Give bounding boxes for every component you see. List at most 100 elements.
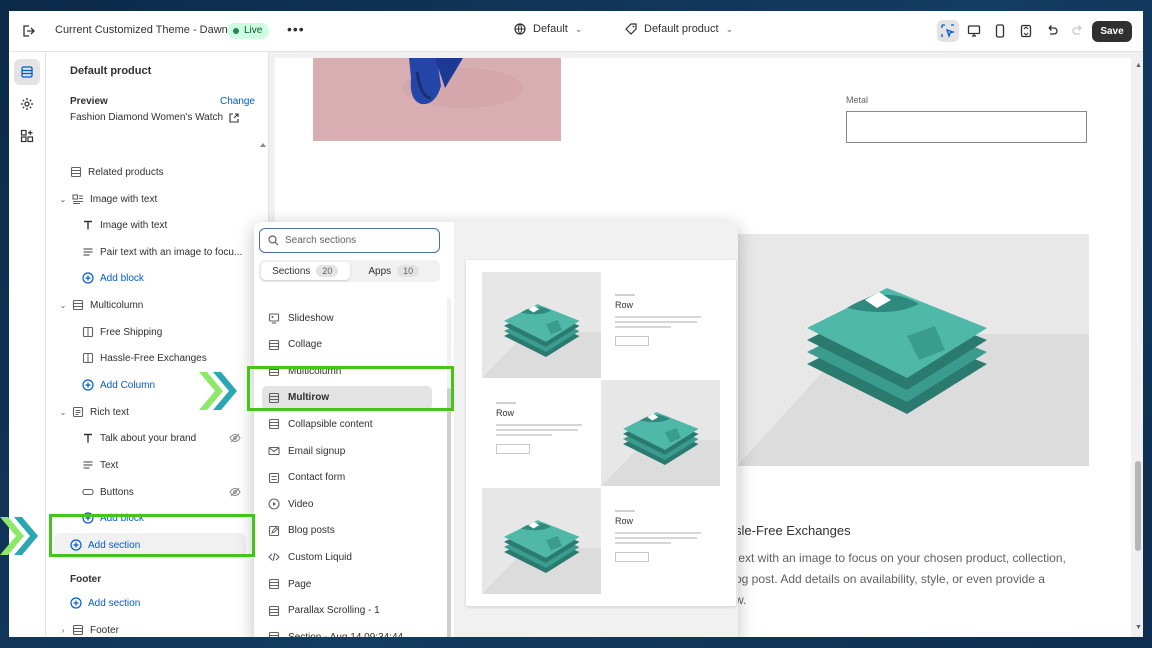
text-icon [84, 433, 92, 443]
multirow-preview-card: Row Row Row [466, 260, 736, 606]
tree-item-image-with-text[interactable]: Image with text [46, 213, 268, 237]
desktop-view-button[interactable] [963, 20, 985, 42]
paragraph-icon [83, 248, 93, 256]
tree-item-hassle-free-exchanges[interactable]: Hassle-Free Exchanges [46, 346, 268, 370]
scroll-up-icon[interactable] [260, 142, 266, 148]
undo-button[interactable] [1041, 20, 1063, 42]
scroll-down-icon[interactable]: ▼ [1135, 624, 1142, 631]
section-option-blog-posts[interactable]: Blog posts [262, 519, 432, 543]
mobile-icon [995, 24, 1005, 38]
preview-product-name: Fashion Diamond Women's Watch [70, 112, 224, 123]
row-text: Row [601, 488, 720, 594]
sections-rail-button[interactable] [14, 59, 40, 85]
chevron-down-icon[interactable]: ⌄ [58, 408, 68, 417]
inspector-icon [941, 24, 955, 38]
change-preview-link[interactable]: Change [220, 96, 255, 107]
section-icon [72, 299, 84, 311]
section-option-contact-form[interactable]: Contact form [262, 466, 432, 490]
settings-rail-button[interactable] [14, 91, 40, 117]
section-option-label: Section - Aug 14 09:34:44 [288, 632, 403, 637]
tree-item-label: Talk about your brand [100, 432, 197, 444]
sections-icon [21, 66, 33, 78]
chevron-right-icon[interactable]: › [58, 626, 68, 635]
add-block-button[interactable]: Add block [46, 266, 268, 290]
add-section-highlight-box [49, 514, 255, 557]
section-option-label: Page [288, 578, 312, 590]
tab-sections[interactable]: Sections 20 [261, 262, 350, 280]
section-option-label: Custom Liquid [288, 551, 352, 563]
paragraph-icon [83, 461, 93, 469]
section-option-label: Blog posts [288, 525, 335, 537]
tree-item-buttons[interactable]: Buttons [46, 480, 268, 504]
section-icon [268, 605, 280, 616]
toolbar-icons [937, 20, 1089, 42]
section-option-page[interactable]: Page [262, 572, 432, 596]
row-image [482, 272, 601, 378]
search-sections-input[interactable]: Search sections [259, 228, 440, 253]
scroll-up-icon[interactable]: ▲ [1135, 62, 1142, 69]
save-button[interactable]: Save [1092, 21, 1132, 42]
section-option-section-aug-14-09-34-44[interactable]: Section - Aug 14 09:34:44 [262, 625, 432, 637]
preview-scrollbar[interactable]: ▲ ▼ [1133, 58, 1143, 637]
section-option-label: Parallax Scrolling - 1 [288, 605, 380, 617]
section-option-slideshow[interactable]: Slideshow [262, 306, 432, 330]
redo-button[interactable] [1067, 20, 1089, 42]
multirow-preview-row: Row [482, 380, 720, 486]
fullscreen-button[interactable] [1015, 20, 1037, 42]
richtext-icon [72, 406, 84, 418]
tree-item-pair-text-with-an-image-to-focu[interactable]: Pair text with an image to focu... [46, 240, 268, 264]
metal-input[interactable] [846, 111, 1087, 143]
tree-item-image-with-text[interactable]: ⌄ Image with text [46, 187, 268, 211]
tree-item-multicolumn[interactable]: ⌄ Multicolumn [46, 293, 268, 317]
chevron-down-icon[interactable]: ⌄ [58, 195, 68, 204]
apps-rail-button[interactable] [14, 123, 40, 149]
section-option-collapsible-content[interactable]: Collapsible content [262, 412, 432, 436]
redo-icon [1072, 25, 1082, 35]
mobile-view-button[interactable] [989, 20, 1011, 42]
multirow-preview-row: Row [482, 488, 720, 594]
tree-item-footer[interactable]: › Footer [46, 618, 268, 637]
add-section-button[interactable]: Add section [46, 591, 268, 615]
exit-icon[interactable] [21, 24, 35, 38]
chevron-down-icon[interactable]: ⌄ [58, 301, 68, 310]
tree-item-label: Pair text with an image to focu... [100, 246, 243, 258]
tag-icon [625, 23, 637, 35]
form-icon [268, 472, 280, 483]
section-option-video[interactable]: Video [262, 492, 432, 516]
plus-circle-icon [82, 272, 94, 284]
text-icon [84, 220, 92, 230]
tree-item-related-products[interactable]: Related products [46, 160, 268, 184]
section-icon [72, 624, 84, 636]
more-actions-icon[interactable]: ••• [287, 21, 305, 37]
tree-item-talk-about-your-brand[interactable]: Talk about your brand [46, 426, 268, 450]
inspector-button[interactable] [937, 20, 959, 42]
theme-editor: Current Customized Theme - Dawn Live •••… [9, 11, 1143, 637]
section-option-collage[interactable]: Collage [262, 333, 432, 357]
section-list-scrollbar[interactable] [447, 298, 451, 637]
undo-icon [1048, 25, 1058, 35]
section-option-email-signup[interactable]: Email signup [262, 439, 432, 463]
tab-apps[interactable]: Apps 10 [350, 262, 439, 280]
tree-item-label: Buttons [100, 486, 134, 498]
scrollbar-thumb[interactable] [447, 388, 451, 637]
row-title: Row [615, 300, 634, 310]
plus-circle-icon [70, 597, 82, 609]
section-icon [268, 632, 280, 637]
section-option-parallax-scrolling-1[interactable]: Parallax Scrolling - 1 [262, 599, 432, 623]
eye-hidden-icon[interactable] [229, 432, 241, 444]
tree-item-text[interactable]: Text [46, 453, 268, 477]
sidebar-title: Default product [70, 65, 152, 77]
scrollbar-thumb[interactable] [1135, 461, 1141, 551]
tree-item-label: Add section [88, 597, 141, 609]
tree-item-label: Image with text [90, 193, 158, 205]
row-image [601, 380, 720, 486]
preview-product[interactable]: Fashion Diamond Women's Watch [70, 112, 239, 123]
tree-item-free-shipping[interactable]: Free Shipping [46, 320, 268, 344]
eye-hidden-icon[interactable] [229, 486, 241, 498]
tree-item-label: Text [100, 459, 119, 471]
section-option-label: Email signup [288, 445, 346, 457]
section-option-custom-liquid[interactable]: Custom Liquid [262, 545, 432, 569]
template-select[interactable]: Default product ⌄ [625, 23, 733, 35]
market-select[interactable]: Default ⌄ [514, 23, 582, 35]
row-image [482, 488, 601, 594]
